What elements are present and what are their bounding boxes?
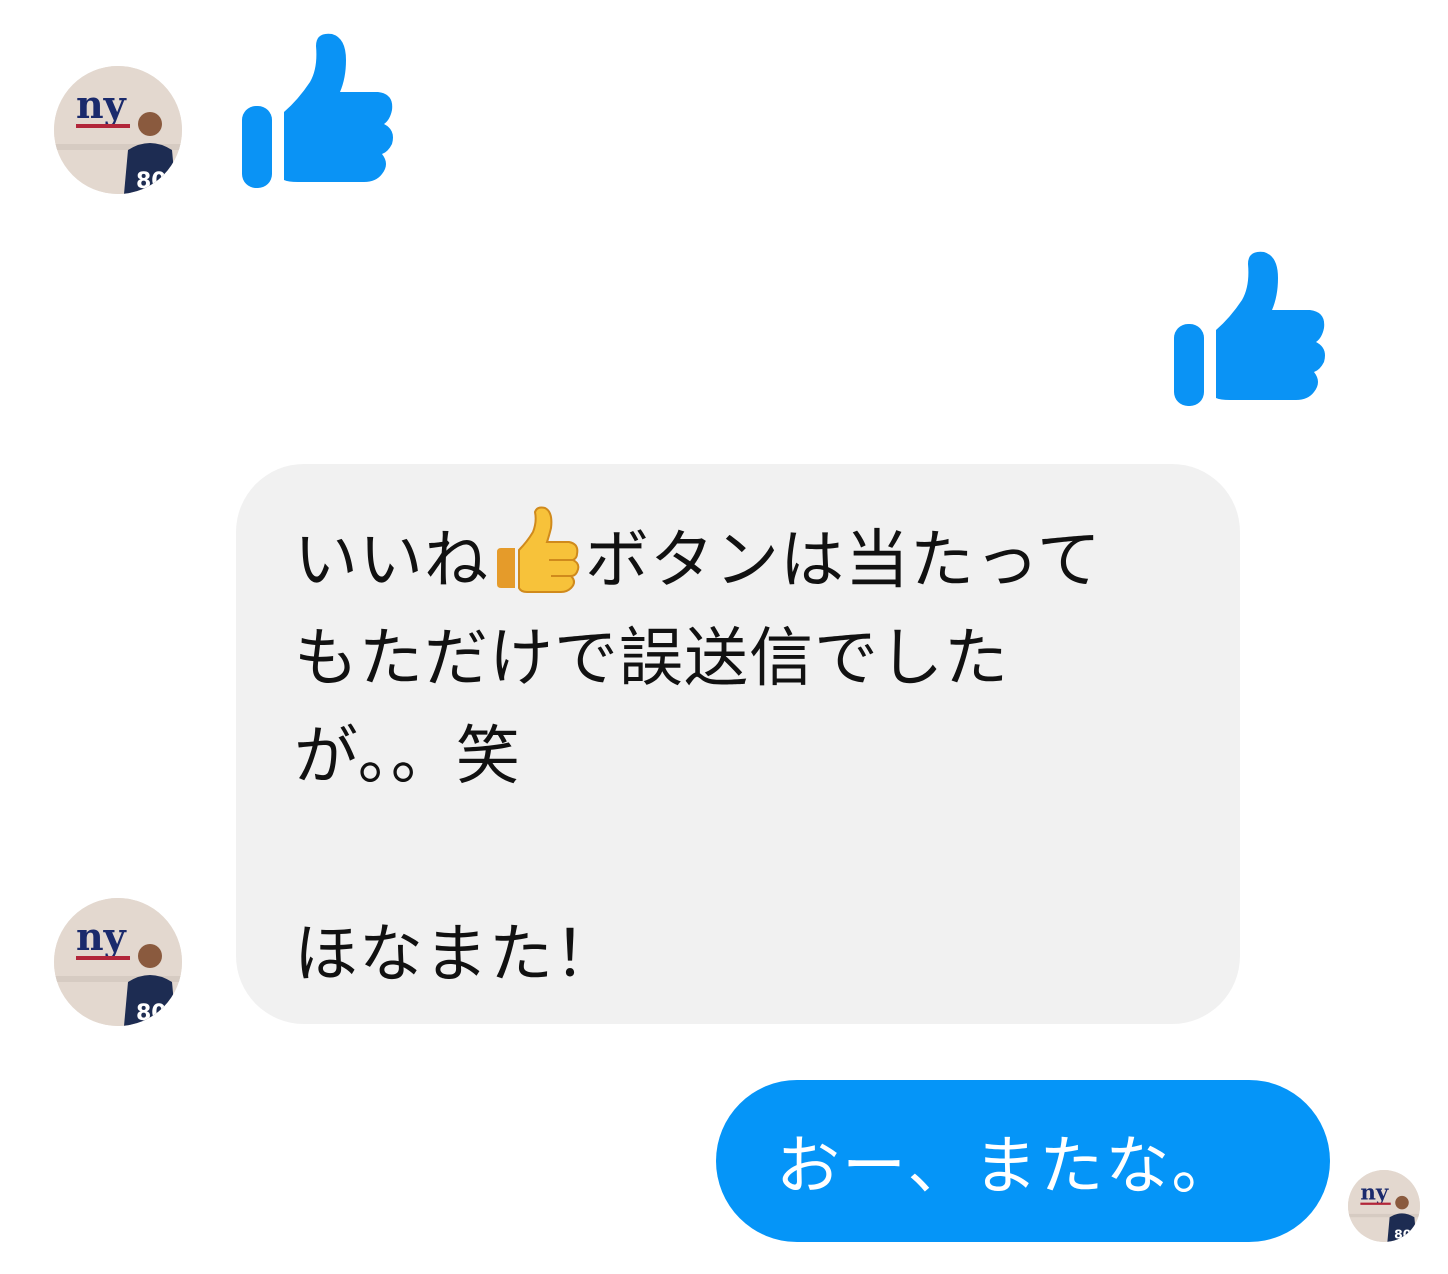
like-sticker-incoming — [240, 30, 396, 192]
message-text: おー、またな。 — [776, 1130, 1238, 1204]
thumbs-up-emoji-icon — [491, 504, 583, 596]
message-line-3: が。。笑 — [294, 720, 521, 794]
avatar-image: ny 80 — [54, 898, 182, 1026]
contact-avatar[interactable]: ny 80 — [54, 898, 182, 1026]
svg-text:80: 80 — [136, 1001, 167, 1026]
svg-text:ny: ny — [1360, 1180, 1389, 1205]
thumbs-up-icon — [1174, 251, 1325, 406]
thumbs-up-icon — [242, 33, 393, 188]
like-sticker-outgoing — [1172, 248, 1328, 410]
incoming-message-bubble[interactable]: いいね ボタンは当たって もただけで誤送信でした が。。笑 ほなまた！ — [236, 464, 1240, 1024]
svg-text:80: 80 — [1394, 1228, 1412, 1242]
message-text: いいね — [294, 524, 489, 598]
svg-text:80: 80 — [136, 169, 167, 194]
message-text: ボタンは当たって — [585, 524, 1102, 598]
contact-avatar[interactable]: ny 80 — [54, 66, 182, 194]
svg-text:ny: ny — [76, 82, 127, 127]
outgoing-message-bubble[interactable]: おー、またな。 — [716, 1080, 1330, 1242]
message-line-4: ほなまた！ — [294, 918, 619, 992]
read-receipt-avatar: ny 80 — [1348, 1170, 1420, 1242]
message-line-2: もただけで誤送信でした — [294, 622, 1009, 696]
message-line-1: いいね ボタンは当たって — [294, 504, 1184, 610]
avatar-image: ny 80 — [1348, 1170, 1420, 1242]
svg-text:ny: ny — [76, 914, 127, 959]
avatar-image: ny 80 — [54, 66, 182, 194]
